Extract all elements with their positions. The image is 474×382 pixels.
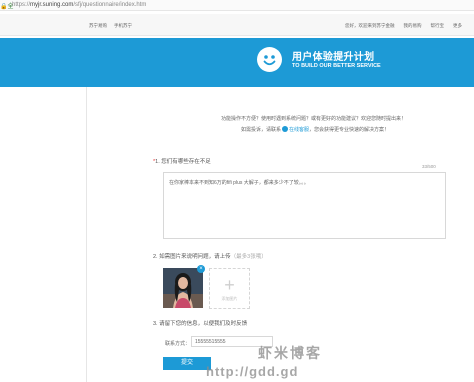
nav-more[interactable]: 更多 xyxy=(453,23,462,29)
contact-label: 联系方式： xyxy=(165,341,191,347)
char-counter: 33/500 xyxy=(422,164,436,169)
add-image-label: 添加图片 xyxy=(221,296,238,301)
question-1-label: *1. 您们有哪些存在不足 xyxy=(153,159,211,165)
submit-button[interactable]: 提交 xyxy=(163,357,211,370)
nav-mobile-link[interactable]: 手机苏宁 xyxy=(114,23,132,29)
divider xyxy=(86,87,87,382)
feedback-text: 在你家棒本来不到知6万的fifi plus 大解子，都来多少不了较。。。 xyxy=(169,180,309,186)
feedback-textarea[interactable]: 在你家棒本来不到知6万的fifi plus 大解子，都来多少不了较。。。 xyxy=(163,172,446,239)
watermark-url: http://gdd.gd xyxy=(206,364,299,379)
online-service-link[interactable]: 在线客服 xyxy=(289,127,309,133)
headset-icon xyxy=(282,126,289,132)
intro-line-2: 如需投诉，请联系 在线客服，您会获得更专业快速的解决方案！ xyxy=(241,126,390,133)
delete-image-button[interactable]: × xyxy=(197,265,205,273)
banner-title: 用户体验提升计划 xyxy=(292,52,375,63)
address-bar[interactable]: 🔒全 https://myjr.suning.com/sfj/questionn… xyxy=(0,0,474,11)
intro-line-1: 功能操作不方便？使用时遇到系统问题？或有更好的功能建议？欢迎您随时提出来！ xyxy=(221,116,407,122)
watermark-title: 虾米博客 xyxy=(258,345,322,361)
question-3-label: 3. 请留下您的信息，以便我们及时反馈 xyxy=(153,321,248,327)
question-2-label: 2. 如需图片来说明问题，请上传（最多3张哦） xyxy=(153,254,267,260)
banner-subtitle: TO BUILD OUR BETTER SERVICE xyxy=(292,63,381,69)
banner xyxy=(0,38,474,87)
nav-welcome[interactable]: 您好，欢迎来到苏宁金融 xyxy=(345,23,395,29)
top-nav: 苏宁易购 手机苏宁 您好，欢迎来到苏宁金融 我的易购 帮行宝 更多 xyxy=(0,14,474,36)
nav-my-account[interactable]: 我的易购 xyxy=(404,23,422,29)
url-text[interactable]: https://myjr.suning.com/sfj/questionnair… xyxy=(12,2,146,8)
uploaded-image xyxy=(163,268,203,308)
smiley-icon xyxy=(257,47,282,72)
add-image-button[interactable]: + 添加图片 xyxy=(209,268,250,309)
plus-icon: + xyxy=(224,275,235,295)
nav-suning-link[interactable]: 苏宁易购 xyxy=(89,23,107,29)
nav-helper[interactable]: 帮行宝 xyxy=(431,23,445,29)
